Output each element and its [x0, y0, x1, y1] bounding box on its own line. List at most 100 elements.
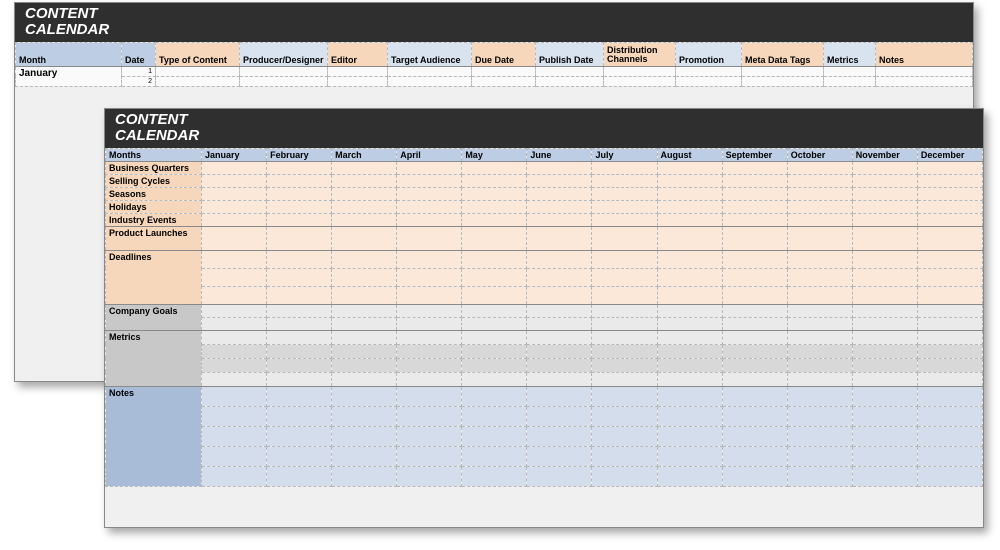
cell[interactable] [787, 286, 852, 304]
cell[interactable] [202, 330, 267, 344]
cell[interactable] [332, 446, 397, 466]
cell[interactable] [332, 304, 397, 317]
cell[interactable] [527, 386, 592, 406]
cell[interactable] [202, 344, 267, 358]
cell[interactable] [917, 330, 982, 344]
cell[interactable] [202, 200, 267, 213]
cell[interactable] [397, 426, 462, 446]
cell[interactable] [917, 317, 982, 330]
cell[interactable] [592, 304, 657, 317]
cell[interactable] [742, 76, 824, 86]
cell[interactable] [202, 268, 267, 286]
cell[interactable] [657, 358, 722, 372]
cell[interactable] [722, 174, 787, 187]
cell[interactable] [592, 317, 657, 330]
cell[interactable] [332, 268, 397, 286]
cell[interactable] [722, 200, 787, 213]
cell[interactable] [202, 161, 267, 174]
cell[interactable] [852, 250, 917, 268]
cell[interactable] [462, 161, 527, 174]
cell[interactable] [397, 406, 462, 426]
cell[interactable] [332, 174, 397, 187]
cell[interactable] [917, 304, 982, 317]
cell[interactable] [592, 358, 657, 372]
cell[interactable] [527, 466, 592, 486]
cell[interactable] [267, 174, 332, 187]
cell[interactable] [592, 174, 657, 187]
cell[interactable] [852, 161, 917, 174]
cell[interactable] [787, 344, 852, 358]
cell[interactable] [156, 76, 240, 86]
cell[interactable] [462, 386, 527, 406]
cell[interactable] [657, 386, 722, 406]
cell[interactable] [852, 466, 917, 486]
cell[interactable] [852, 226, 917, 250]
cell[interactable] [202, 174, 267, 187]
cell[interactable] [527, 226, 592, 250]
cell[interactable] [527, 446, 592, 466]
cell[interactable] [722, 372, 787, 386]
cell[interactable] [397, 187, 462, 200]
cell[interactable] [787, 226, 852, 250]
cell[interactable] [527, 250, 592, 268]
cell[interactable] [787, 426, 852, 446]
cell[interactable] [852, 386, 917, 406]
cell[interactable] [202, 250, 267, 268]
cell[interactable] [202, 187, 267, 200]
cell[interactable] [527, 213, 592, 226]
cell[interactable] [527, 330, 592, 344]
cell[interactable] [267, 330, 332, 344]
cell[interactable] [917, 250, 982, 268]
cell[interactable] [592, 268, 657, 286]
cell[interactable] [917, 344, 982, 358]
cell[interactable] [397, 226, 462, 250]
cell[interactable] [787, 304, 852, 317]
cell[interactable] [267, 200, 332, 213]
cell[interactable] [657, 344, 722, 358]
cell[interactable] [876, 66, 973, 76]
cell[interactable] [332, 226, 397, 250]
cell[interactable] [267, 226, 332, 250]
cell[interactable] [462, 358, 527, 372]
cell[interactable] [592, 161, 657, 174]
cell[interactable] [462, 330, 527, 344]
cell[interactable] [332, 317, 397, 330]
cell[interactable] [397, 304, 462, 317]
cell[interactable] [722, 358, 787, 372]
cell[interactable] [592, 344, 657, 358]
cell[interactable] [202, 304, 267, 317]
cell[interactable] [657, 213, 722, 226]
cell[interactable] [657, 161, 722, 174]
cell[interactable] [527, 174, 592, 187]
cell[interactable] [852, 344, 917, 358]
cell[interactable] [592, 426, 657, 446]
cell[interactable] [267, 466, 332, 486]
cell[interactable] [722, 330, 787, 344]
cell[interactable] [676, 66, 742, 76]
cell[interactable] [722, 386, 787, 406]
cell[interactable] [397, 200, 462, 213]
cell[interactable] [267, 426, 332, 446]
cell[interactable] [787, 446, 852, 466]
cell[interactable] [332, 330, 397, 344]
cell[interactable] [917, 226, 982, 250]
cell[interactable] [202, 213, 267, 226]
cell[interactable] [852, 317, 917, 330]
cell[interactable] [917, 200, 982, 213]
cell[interactable] [657, 406, 722, 426]
cell[interactable] [527, 161, 592, 174]
cell[interactable] [462, 304, 527, 317]
cell[interactable] [722, 286, 787, 304]
cell[interactable] [332, 358, 397, 372]
cell[interactable] [462, 200, 527, 213]
cell[interactable] [332, 213, 397, 226]
cell[interactable] [917, 161, 982, 174]
cell[interactable] [722, 161, 787, 174]
cell[interactable] [332, 426, 397, 446]
cell[interactable] [787, 174, 852, 187]
cell[interactable] [332, 187, 397, 200]
cell[interactable] [824, 66, 876, 76]
cell[interactable] [722, 213, 787, 226]
cell[interactable] [592, 200, 657, 213]
cell[interactable] [592, 226, 657, 250]
